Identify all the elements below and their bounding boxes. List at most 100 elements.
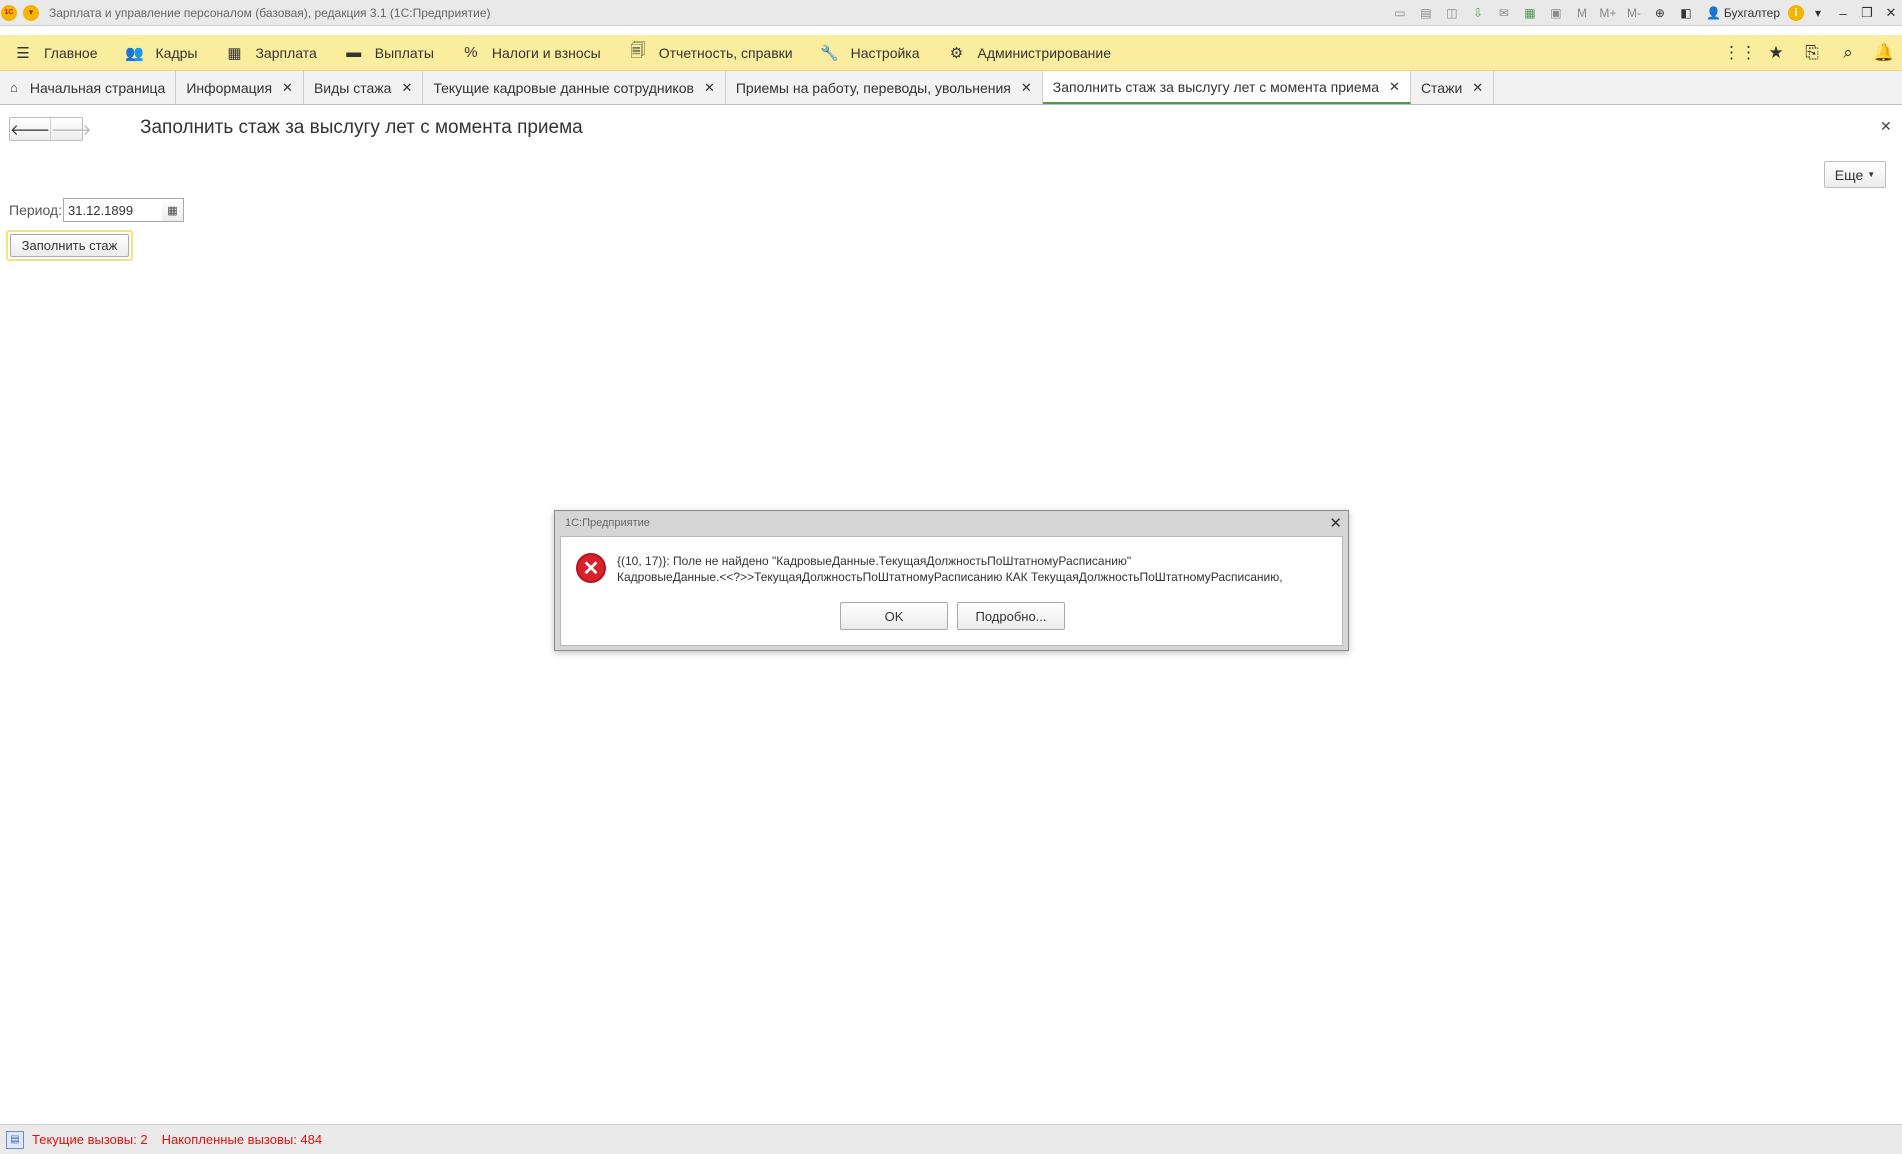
tab-label: Начальная страница: [29, 79, 166, 96]
section-taxes[interactable]: % Налоги и взносы: [448, 35, 615, 71]
tab-hirings-transfers[interactable]: Приемы на работу, переводы, увольнения ✕: [726, 71, 1043, 104]
chevron-down-icon[interactable]: ▾: [1806, 2, 1830, 24]
ok-button[interactable]: OK: [840, 602, 948, 630]
close-window-icon[interactable]: ✕: [1880, 2, 1902, 24]
open-windows-tabs: ⌂ Начальная страница Информация ✕ Виды с…: [0, 71, 1902, 105]
titlebar-toolbar: ▭ ▤ ◫ ⇩ ✉ ▦ ▣ M M+ M- ⊕ ◧ 👤 Бухгалтер i …: [1388, 0, 1902, 26]
section-label: Выплаты: [374, 44, 434, 61]
window-title: Зарплата и управление персоналом (базова…: [49, 5, 491, 20]
tab-seniority-types[interactable]: Виды стажа ✕: [304, 71, 424, 104]
close-icon[interactable]: ✕: [401, 80, 412, 96]
main-menu-dropdown-icon[interactable]: ▾: [23, 4, 39, 21]
back-arrow-icon[interactable]: 🡐: [10, 118, 50, 140]
tab-label: Виды стажа: [313, 79, 392, 96]
page-title: Заполнить стаж за выслугу лет с момента …: [140, 117, 583, 138]
section-label: Администрирование: [977, 44, 1112, 61]
hamburger-icon: ☰: [16, 44, 30, 62]
wrench-icon: 🔧: [820, 44, 839, 62]
tab-information[interactable]: Информация ✕: [176, 71, 304, 104]
period-field[interactable]: [63, 198, 163, 222]
section-settings[interactable]: 🔧 Настройка: [807, 35, 934, 71]
preview-icon[interactable]: ◫: [1440, 2, 1464, 24]
user-icon: 👤: [1705, 6, 1721, 20]
documents-icon: 🗐: [630, 42, 646, 59]
fill-seniority-button[interactable]: Заполнить стаж: [10, 234, 129, 257]
accumulated-calls: Накопленные вызовы: 484: [161, 1132, 323, 1147]
tab-seniorities[interactable]: Стажи ✕: [1411, 71, 1495, 104]
section-reports[interactable]: 🗐 Отчетность, справки: [615, 35, 807, 71]
tab-home[interactable]: ⌂ Начальная страница: [0, 71, 177, 104]
tab-label: Информация: [186, 79, 273, 96]
tab-label: Приемы на работу, переводы, увольнения: [735, 79, 1011, 96]
close-icon[interactable]: ✕: [282, 80, 293, 96]
calendar-picker-icon[interactable]: ▦: [162, 198, 184, 222]
dialog-title: 1С:Предприятие: [565, 517, 650, 529]
current-calls: Текущие вызовы: 2: [32, 1132, 148, 1147]
memory-m-icon[interactable]: M: [1570, 2, 1594, 24]
details-button[interactable]: Подробно...: [957, 602, 1065, 630]
save-icon[interactable]: ▭: [1388, 2, 1412, 24]
close-form-icon[interactable]: ✕: [1880, 118, 1892, 135]
tab-label: Заполнить стаж за выслугу лет с момента …: [1052, 78, 1380, 95]
section-salary[interactable]: ▦ Зарплата: [211, 35, 330, 71]
tab-current-hr-data[interactable]: Текущие кадровые данные сотрудников ✕: [423, 71, 726, 104]
section-label: Налоги и взносы: [491, 44, 601, 61]
section-label: Кадры: [155, 44, 198, 61]
restore-icon[interactable]: ❐: [1856, 2, 1878, 24]
search-icon[interactable]: ⌕: [1830, 35, 1866, 71]
close-icon[interactable]: ✕: [704, 80, 715, 96]
people-icon: 👥: [125, 44, 144, 62]
section-payments[interactable]: ▬ Выплаты: [331, 35, 448, 71]
section-personnel[interactable]: 👥 Кадры: [112, 35, 212, 71]
1c-logo-icon[interactable]: 1С: [1, 4, 17, 21]
close-icon[interactable]: ✕: [1389, 79, 1400, 95]
print-icon[interactable]: ▤: [1414, 2, 1438, 24]
section-label: Отчетность, справки: [658, 44, 793, 61]
star-icon[interactable]: ★: [1758, 35, 1794, 71]
error-icon: ✕: [576, 553, 606, 583]
navigation-buttons: 🡐 🡒: [9, 117, 91, 141]
section-main[interactable]: ☰ Главное: [0, 35, 112, 71]
more-button[interactable]: Еще ▼: [1824, 161, 1886, 188]
mail-icon[interactable]: ✉: [1492, 2, 1516, 24]
home-icon: ⌂: [10, 80, 18, 95]
grid-apps-icon[interactable]: ⋮⋮: [1722, 35, 1758, 71]
calendar-icon[interactable]: ▣: [1544, 2, 1568, 24]
user-name: Бухгалтер: [1723, 6, 1780, 20]
section-administration[interactable]: ⚙ Администрирование: [934, 35, 1126, 71]
tab-label: Стажи: [1420, 79, 1463, 96]
sections-panel: ☰ Главное 👥 Кадры ▦ Зарплата ▬ Выплаты %…: [0, 35, 1902, 71]
calculator-icon: ▦: [227, 44, 242, 62]
gear-icon: ⚙: [949, 44, 964, 62]
performance-icon[interactable]: ▤: [6, 1130, 24, 1149]
sections-tools: ⋮⋮ ★ ⎘ ⌕ 🔔: [1722, 35, 1902, 71]
panels-icon[interactable]: ◧: [1674, 2, 1698, 24]
error-message-line-2: КадровыеДанные.<<?>>ТекущаяДолжностьПоШт…: [617, 570, 1283, 584]
close-icon[interactable]: ✕: [1021, 80, 1032, 96]
memory-mplus-icon[interactable]: M+: [1596, 2, 1620, 24]
user-menu[interactable]: 👤 Бухгалтер: [1700, 6, 1786, 20]
error-dialog: 1С:Предприятие ✕ ✕ {(10, 17)}: Поле не н…: [554, 510, 1349, 651]
info-icon[interactable]: i: [1788, 5, 1804, 21]
close-icon[interactable]: ✕: [1472, 80, 1483, 96]
period-label: Период:: [9, 202, 62, 218]
forward-arrow-icon[interactable]: 🡒: [50, 118, 91, 140]
section-label: Настройка: [850, 44, 920, 61]
window-titlebar: 1С ▾ Зарплата и управление персоналом (б…: [0, 0, 1902, 26]
tab-fill-seniority[interactable]: Заполнить стаж за выслугу лет с момента …: [1042, 71, 1411, 104]
history-icon[interactable]: ⎘: [1794, 35, 1830, 71]
memory-mminus-icon[interactable]: M-: [1622, 2, 1646, 24]
status-bar: ▤ Текущие вызовы: 2 Накопленные вызовы: …: [0, 1124, 1902, 1154]
fill-button-focus-frame: Заполнить стаж: [6, 230, 133, 261]
tab-label: Текущие кадровые данные сотрудников: [433, 79, 694, 96]
chevron-down-icon: ▼: [1867, 170, 1876, 179]
spreadsheet-icon[interactable]: ▦: [1518, 2, 1542, 24]
dialog-close-icon[interactable]: ✕: [1329, 514, 1342, 532]
zoom-icon[interactable]: ⊕: [1648, 2, 1672, 24]
minimize-icon[interactable]: –: [1832, 2, 1854, 24]
dialog-body: ✕ {(10, 17)}: Поле не найдено "КадровыеД…: [560, 536, 1343, 646]
more-button-label: Еще: [1834, 166, 1864, 183]
link-icon[interactable]: ⇩: [1466, 2, 1490, 24]
bell-icon[interactable]: 🔔: [1866, 35, 1902, 71]
section-label: Зарплата: [255, 44, 317, 61]
